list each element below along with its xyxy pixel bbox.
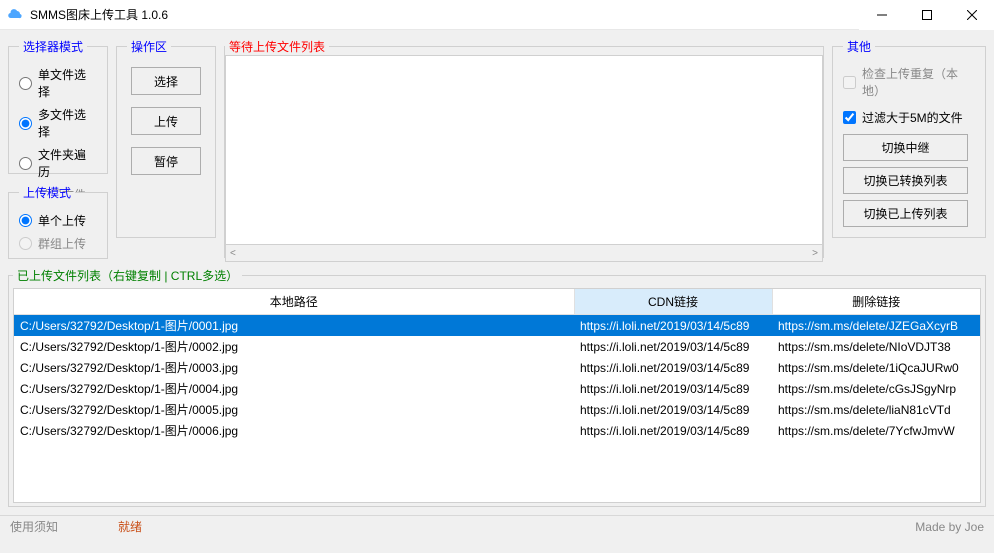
table-row[interactable]: C:/Users/32792/Desktop/1-图片/0001.jpghttp…: [14, 315, 980, 337]
upload-option-1: 群组上传: [19, 232, 97, 255]
cell-del: https://sm.ms/delete/7YcfwJmvW: [772, 420, 980, 441]
status-ready: 就绪: [118, 518, 142, 535]
selector-mode-legend: 选择器模式: [19, 38, 87, 55]
cell-cdn: https://i.loli.net/2019/03/14/5c89: [574, 420, 772, 441]
other-legend: 其他: [843, 38, 875, 55]
selector-radio-1[interactable]: [19, 117, 32, 130]
minimize-button[interactable]: [859, 0, 904, 30]
cell-path: C:/Users/32792/Desktop/1-图片/0002.jpg: [14, 336, 574, 357]
selector-radio-0[interactable]: [19, 77, 32, 90]
titlebar: SMMS图床上传工具 1.0.6: [0, 0, 994, 30]
uploaded-table-wrap: 本地路径 CDN链接 删除链接 C:/Users/32792/Desktop/1…: [13, 288, 981, 503]
cell-cdn: https://i.loli.net/2019/03/14/5c89: [574, 357, 772, 378]
cell-cdn: https://i.loli.net/2019/03/14/5c89: [574, 315, 772, 337]
window-title: SMMS图床上传工具 1.0.6: [30, 6, 859, 23]
check-duplicate-checkbox: [843, 76, 856, 89]
col-cdn[interactable]: CDN链接: [574, 289, 772, 315]
uploaded-table[interactable]: 本地路径 CDN链接 删除链接 C:/Users/32792/Desktop/1…: [14, 289, 980, 441]
status-author: Made by Joe: [915, 520, 984, 534]
check-duplicate-label: 检查上传重复（本地）: [862, 65, 975, 99]
table-row[interactable]: C:/Users/32792/Desktop/1-图片/0002.jpghttp…: [14, 336, 980, 357]
check-duplicate-row: 检查上传重复（本地）: [843, 63, 975, 101]
cell-del: https://sm.ms/delete/NIoVDJT38: [772, 336, 980, 357]
other-group: 其他 检查上传重复（本地） 过滤大于5M的文件 切换中继 切换已转换列表 切换已…: [832, 38, 986, 238]
cell-path: C:/Users/32792/Desktop/1-图片/0001.jpg: [14, 315, 574, 337]
selector-mode-group: 选择器模式 单文件选择多文件选择文件夹遍历单层文件夹: [8, 38, 108, 174]
cell-cdn: https://i.loli.net/2019/03/14/5c89: [574, 378, 772, 399]
uploaded-list-group: 已上传文件列表（右键复制 | CTRL多选） 本地路径 CDN链接 删除链接 C…: [8, 267, 986, 507]
cell-path: C:/Users/32792/Desktop/1-图片/0006.jpg: [14, 420, 574, 441]
app-icon: [8, 7, 24, 23]
filter-5m-label: 过滤大于5M的文件: [862, 109, 963, 126]
selector-label-0: 单文件选择: [38, 66, 97, 100]
pending-scrollbar[interactable]: <>: [225, 245, 823, 262]
cell-del: https://sm.ms/delete/cGsJSgyNrp: [772, 378, 980, 399]
action-area-group: 操作区 选择 上传 暂停: [116, 38, 216, 238]
selector-option-2[interactable]: 文件夹遍历: [19, 143, 97, 183]
action-area-legend: 操作区: [127, 38, 171, 55]
selector-label-1: 多文件选择: [38, 106, 97, 140]
table-row[interactable]: C:/Users/32792/Desktop/1-图片/0006.jpghttp…: [14, 420, 980, 441]
selector-radio-2[interactable]: [19, 157, 32, 170]
statusbar: 使用须知 就绪 Made by Joe: [0, 515, 994, 537]
upload-label-0: 单个上传: [38, 212, 86, 229]
cell-del: https://sm.ms/delete/liaN81cVTd: [772, 399, 980, 420]
close-button[interactable]: [949, 0, 994, 30]
selector-label-2: 文件夹遍历: [38, 146, 97, 180]
filter-5m-row[interactable]: 过滤大于5M的文件: [843, 107, 975, 128]
window-controls: [859, 0, 994, 30]
upload-label-1: 群组上传: [38, 235, 86, 252]
cell-path: C:/Users/32792/Desktop/1-图片/0005.jpg: [14, 399, 574, 420]
upload-radio-1: [19, 237, 32, 250]
col-path[interactable]: 本地路径: [14, 289, 574, 315]
cell-path: C:/Users/32792/Desktop/1-图片/0004.jpg: [14, 378, 574, 399]
selector-option-1[interactable]: 多文件选择: [19, 103, 97, 143]
table-row[interactable]: C:/Users/32792/Desktop/1-图片/0005.jpghttp…: [14, 399, 980, 420]
switch-uploaded-button[interactable]: 切换已上传列表: [843, 200, 968, 227]
select-button[interactable]: 选择: [131, 67, 201, 95]
upload-radio-0[interactable]: [19, 214, 32, 227]
selector-option-0[interactable]: 单文件选择: [19, 63, 97, 103]
pending-list-group: 等待上传文件列表 <>: [224, 38, 824, 258]
cell-cdn: https://i.loli.net/2019/03/14/5c89: [574, 336, 772, 357]
status-help[interactable]: 使用须知: [10, 518, 58, 535]
cell-path: C:/Users/32792/Desktop/1-图片/0003.jpg: [14, 357, 574, 378]
col-del[interactable]: 删除链接: [772, 289, 980, 315]
cell-del: https://sm.ms/delete/1iQcaJURw0: [772, 357, 980, 378]
cell-cdn: https://i.loli.net/2019/03/14/5c89: [574, 399, 772, 420]
upload-option-0[interactable]: 单个上传: [19, 209, 97, 232]
pending-list-legend: 等待上传文件列表: [225, 38, 329, 55]
uploaded-list-legend: 已上传文件列表（右键复制 | CTRL多选）: [13, 267, 242, 284]
upload-button[interactable]: 上传: [131, 107, 201, 135]
maximize-button[interactable]: [904, 0, 949, 30]
upload-mode-group: 上传模式 单个上传群组上传: [8, 184, 108, 259]
pending-listbox[interactable]: [225, 55, 823, 245]
table-row[interactable]: C:/Users/32792/Desktop/1-图片/0004.jpghttp…: [14, 378, 980, 399]
switch-converted-button[interactable]: 切换已转换列表: [843, 167, 968, 194]
upload-mode-legend: 上传模式: [19, 184, 75, 201]
table-row[interactable]: C:/Users/32792/Desktop/1-图片/0003.jpghttp…: [14, 357, 980, 378]
switch-relay-button[interactable]: 切换中继: [843, 134, 968, 161]
filter-5m-checkbox[interactable]: [843, 111, 856, 124]
pause-button[interactable]: 暂停: [131, 147, 201, 175]
cell-del: https://sm.ms/delete/JZEGaXcyrB: [772, 315, 980, 337]
